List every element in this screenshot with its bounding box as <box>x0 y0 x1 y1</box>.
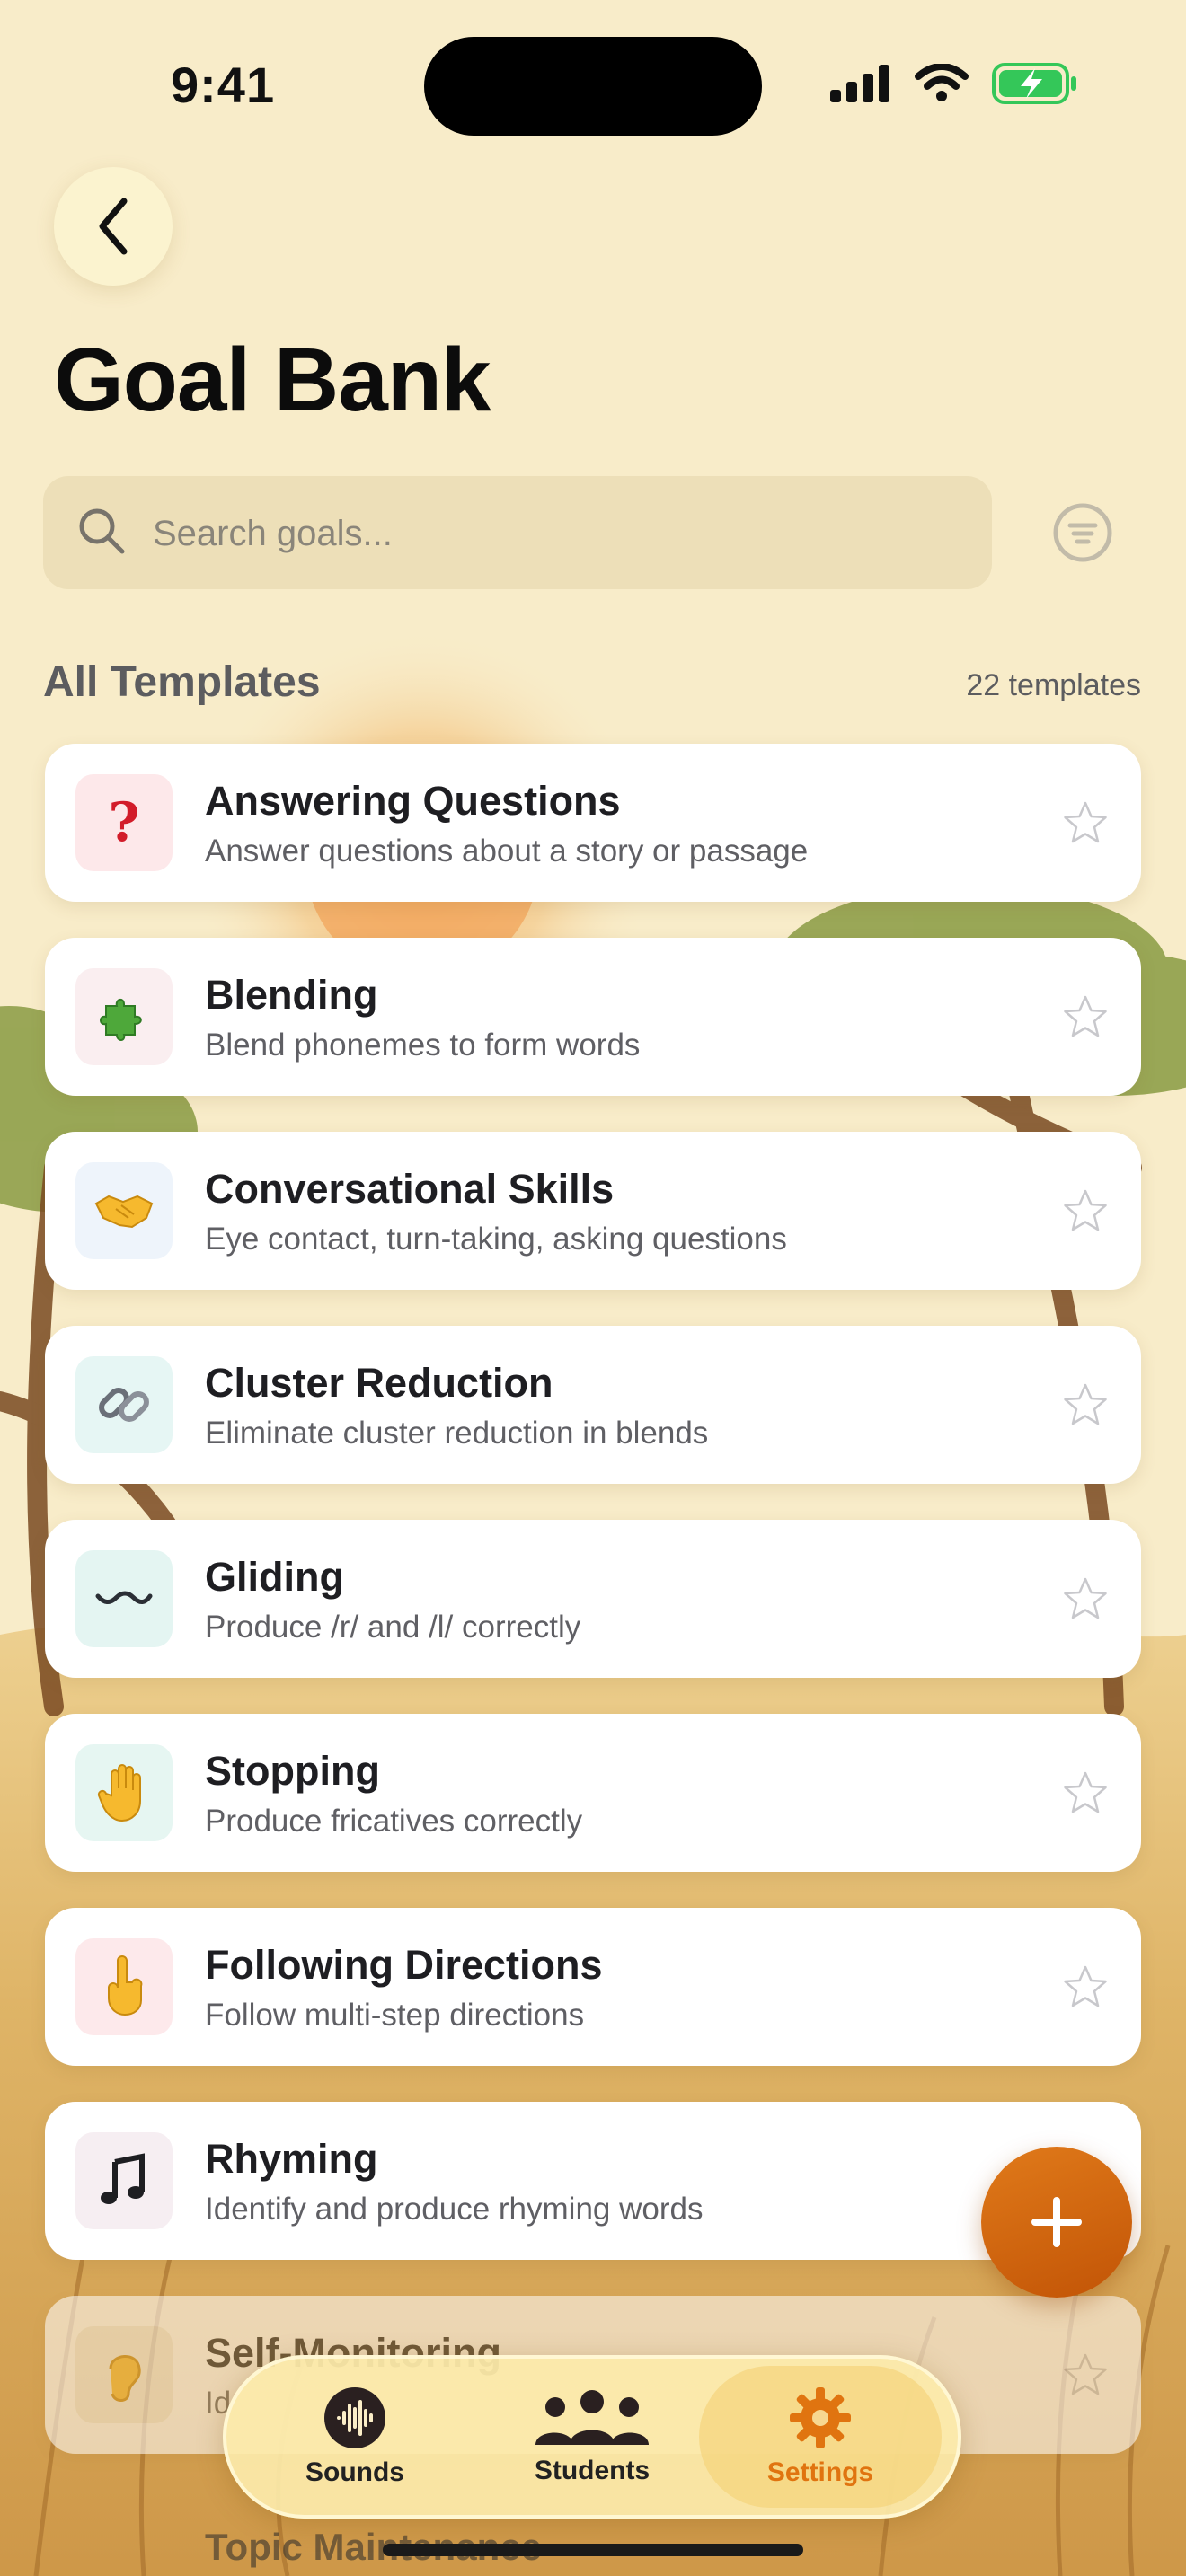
status-time: 9:41 <box>171 57 276 113</box>
handshake-icon <box>75 1162 173 1259</box>
gear-icon <box>790 2387 851 2448</box>
wifi-icon <box>915 64 969 101</box>
puzzle-piece-icon <box>75 968 173 1065</box>
template-card-following-directions[interactable]: Following Directions Follow multi-step d… <box>45 1908 1141 2066</box>
template-name: Blending <box>205 972 378 1018</box>
template-desc: Blend phonemes to form words <box>205 1028 641 1063</box>
template-name: Gliding <box>205 1554 344 1600</box>
star-icon[interactable] <box>1062 993 1109 1040</box>
template-desc: Follow multi-step directions <box>205 1998 585 2033</box>
waveform-icon <box>324 2387 385 2448</box>
home-indicator <box>383 2544 803 2556</box>
status-bar: 9:41 <box>0 0 1186 171</box>
template-count: 22 templates <box>966 668 1141 702</box>
template-name: Conversational Skills <box>205 1166 615 1212</box>
filter-button[interactable] <box>1051 501 1114 564</box>
template-desc: Identify and produce rhyming words <box>205 2192 704 2227</box>
search-bar[interactable] <box>43 476 992 589</box>
status-icons <box>830 63 1078 104</box>
star-icon[interactable] <box>1062 1769 1109 1816</box>
template-name: Stopping <box>205 1748 380 1794</box>
chain-link-icon <box>75 1356 173 1453</box>
template-name: Following Directions <box>205 1942 603 1988</box>
template-name: Cluster Reduction <box>205 1360 553 1406</box>
tab-settings[interactable]: Settings <box>699 2366 942 2508</box>
template-desc: Produce fricatives correctly <box>205 1804 583 1839</box>
template-card-rhyming[interactable]: Rhyming Identify and produce rhyming wor… <box>45 2102 1141 2260</box>
tab-label: Settings <box>766 2457 874 2487</box>
star-icon[interactable] <box>1062 1963 1109 2010</box>
raised-hand-icon <box>75 1744 173 1841</box>
template-card-stopping[interactable]: Stopping Produce fricatives correctly <box>45 1714 1141 1872</box>
dynamic-island <box>424 37 762 136</box>
tab-bar: Sounds Students Settings <box>223 2355 961 2519</box>
star-icon[interactable] <box>1062 2351 1109 2398</box>
wavy-dash-icon <box>75 1550 173 1647</box>
template-desc: Answer questions about a story or passag… <box>205 834 809 869</box>
template-desc: Eye contact, turn-taking, asking questio… <box>205 1222 787 1257</box>
back-button[interactable] <box>54 167 173 286</box>
template-card-cluster-reduction[interactable]: Cluster Reduction Eliminate cluster redu… <box>45 1326 1141 1484</box>
page-title: Goal Bank <box>54 330 491 430</box>
template-card-gliding[interactable]: Gliding Produce /r/ and /l/ correctly <box>45 1520 1141 1678</box>
star-icon[interactable] <box>1062 1575 1109 1622</box>
star-icon[interactable] <box>1062 1381 1109 1428</box>
tab-label: Students <box>534 2456 651 2485</box>
question-mark-icon: ? <box>75 774 173 871</box>
template-card-conversational-skills[interactable]: Conversational Skills Eye contact, turn-… <box>45 1132 1141 1290</box>
battery-charging-icon <box>992 63 1076 104</box>
pointing-finger-icon <box>75 1938 173 2035</box>
template-name: Rhyming <box>205 2136 378 2182</box>
search-input[interactable] <box>151 496 963 571</box>
filter-icon <box>1053 503 1112 562</box>
people-icon <box>535 2390 649 2445</box>
template-name: Answering Questions <box>205 778 621 824</box>
star-icon[interactable] <box>1062 1187 1109 1234</box>
template-desc: Eliminate cluster reduction in blends <box>205 1416 709 1451</box>
ear-icon <box>75 2326 173 2423</box>
music-notes-icon <box>75 2132 173 2229</box>
cellular-signal-icon <box>830 65 890 102</box>
section-title: All Templates <box>43 658 321 706</box>
template-desc: Produce /r/ and /l/ correctly <box>205 1610 581 1645</box>
star-icon[interactable] <box>1062 799 1109 846</box>
tab-label: Sounds <box>305 2457 404 2487</box>
tab-students[interactable]: Students <box>471 2355 713 2519</box>
search-icon <box>79 508 125 554</box>
plus-icon <box>1031 2197 1082 2247</box>
chevron-left-icon <box>99 198 128 255</box>
tab-sounds[interactable]: Sounds <box>234 2355 476 2519</box>
add-goal-button[interactable] <box>981 2147 1132 2298</box>
template-card-blending[interactable]: Blending Blend phonemes to form words <box>45 938 1141 1096</box>
template-card-answering-questions[interactable]: ? Answering Questions Answer questions a… <box>45 744 1141 902</box>
